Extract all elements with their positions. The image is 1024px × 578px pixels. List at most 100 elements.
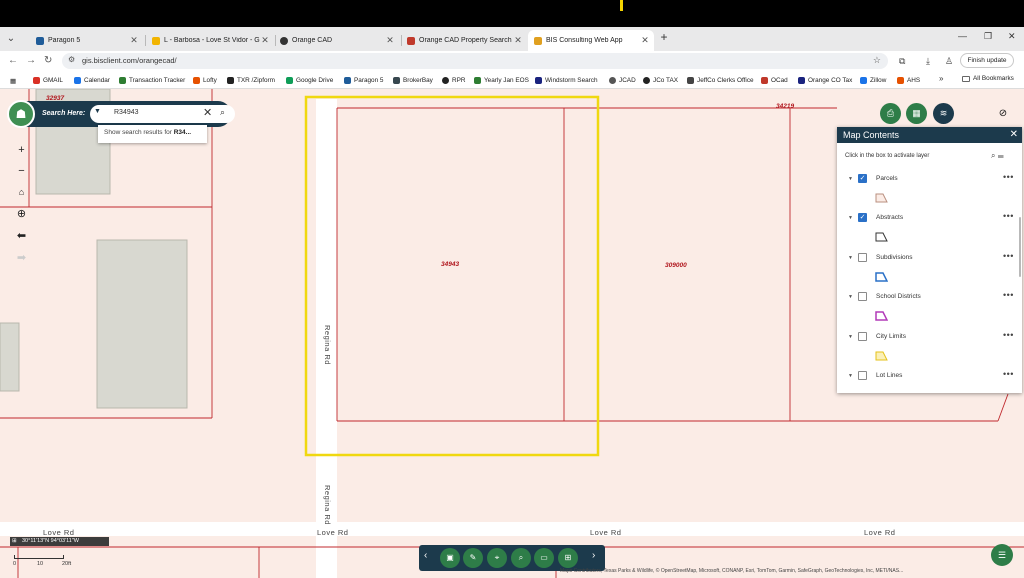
bookmark-rpr[interactable]: RPR bbox=[442, 75, 466, 86]
bookmark-google-drive[interactable]: Google Drive bbox=[286, 75, 333, 86]
bookmark-lofty[interactable]: Lofty bbox=[193, 75, 217, 86]
layer-checkbox[interactable] bbox=[858, 371, 867, 380]
search-input[interactable]: ▼ R34943 ✕ ⌕ bbox=[90, 105, 235, 123]
address-field[interactable]: ⚙ gis.bisclient.com/orangecad/ ☆ bbox=[62, 53, 888, 69]
reload-icon[interactable]: ↻ bbox=[44, 55, 52, 66]
bookmarks-overflow-icon[interactable]: » bbox=[939, 74, 943, 83]
layer-symbol-icon bbox=[875, 351, 888, 361]
bookmark-ocad[interactable]: OCad bbox=[761, 75, 788, 86]
previous-extent-icon[interactable]: ⬅ bbox=[13, 228, 30, 245]
expand-icon[interactable]: ▼ bbox=[848, 255, 853, 261]
chevron-right-icon[interactable]: › bbox=[592, 550, 595, 561]
close-icon[interactable]: ✕ bbox=[385, 35, 395, 46]
zoom-in-icon[interactable]: + bbox=[13, 142, 30, 159]
search-type-dropdown-icon[interactable]: ▼ bbox=[94, 108, 101, 115]
close-icon[interactable]: ✕ bbox=[513, 35, 523, 46]
road-label: Regina Rd bbox=[323, 325, 332, 365]
query-tool-icon[interactable]: ⌕ bbox=[511, 548, 531, 568]
close-icon[interactable]: ✕ bbox=[260, 35, 270, 46]
extensions-icon[interactable]: ⧉ bbox=[899, 56, 905, 67]
bookmark-jco-tax[interactable]: JCo TAX bbox=[643, 75, 678, 86]
home-icon[interactable]: ⌂ bbox=[13, 184, 30, 201]
new-tab-button[interactable]: + bbox=[657, 30, 671, 44]
apps-icon[interactable]: ▦ bbox=[10, 75, 16, 86]
minimize-icon[interactable]: — bbox=[958, 31, 967, 41]
tab-search-icon[interactable]: ⌄ bbox=[4, 32, 18, 46]
draw-tool-icon[interactable]: ✎ bbox=[463, 548, 483, 568]
bookmark-tool-icon[interactable]: ▣ bbox=[440, 548, 460, 568]
layer-checkbox[interactable] bbox=[858, 292, 867, 301]
close-icon[interactable]: ✕ bbox=[129, 35, 139, 46]
app-logo-icon[interactable]: ☗ bbox=[7, 100, 35, 128]
expand-icon[interactable]: ▼ bbox=[848, 176, 853, 182]
tab-favicon bbox=[36, 36, 44, 45]
search-suggestion[interactable]: Show search results for R34... bbox=[98, 125, 207, 143]
more-options-icon[interactable]: ••• bbox=[1003, 369, 1014, 379]
more-options-icon[interactable]: ••• bbox=[1003, 211, 1014, 221]
zoom-out-icon[interactable]: − bbox=[13, 163, 30, 180]
bookmark-orange-co-tax[interactable]: Orange CO Tax bbox=[798, 75, 852, 86]
next-extent-icon[interactable]: ➡ bbox=[13, 250, 30, 267]
more-options-icon[interactable]: ••• bbox=[1003, 172, 1014, 182]
layers-icon[interactable]: ≋ bbox=[933, 103, 954, 124]
bookmark-jeffco-clerks[interactable]: JeffCo Clerks Office bbox=[687, 75, 754, 86]
layer-search-icon[interactable]: ⌕ ☰ bbox=[991, 151, 1004, 161]
bookmark-transaction-tracker[interactable]: Transaction Tracker bbox=[119, 75, 185, 86]
layer-checkbox[interactable] bbox=[858, 332, 867, 341]
legend-icon[interactable]: ☰ bbox=[991, 544, 1013, 566]
tab-orange-cad[interactable]: Orange CAD ✕ bbox=[274, 30, 399, 51]
select-tool-icon[interactable]: ⊞ bbox=[558, 548, 578, 568]
bookmark-calendar[interactable]: Calendar bbox=[74, 75, 110, 86]
bookmark-windstorm[interactable]: Windstorm Search bbox=[535, 75, 598, 86]
bookmark-yearly-eos[interactable]: Yearly Jan EOS bbox=[474, 75, 529, 86]
expand-icon[interactable]: ▼ bbox=[848, 334, 853, 340]
more-options-icon[interactable]: ••• bbox=[1003, 251, 1014, 261]
locate-icon[interactable]: ⊕ bbox=[13, 206, 30, 223]
all-bookmarks-button[interactable]: All Bookmarks bbox=[962, 75, 1014, 82]
layer-checkbox[interactable]: ✓ bbox=[858, 174, 867, 183]
bookmark-txr[interactable]: TXR /Zipform bbox=[227, 75, 275, 86]
expand-icon[interactable]: ▼ bbox=[848, 215, 853, 221]
search-icon[interactable]: ⌕ bbox=[220, 107, 225, 118]
more-options-icon[interactable]: ••• bbox=[1003, 290, 1014, 300]
finish-update-button[interactable]: Finish update bbox=[960, 53, 1014, 68]
hide-panels-icon[interactable]: ⊘ bbox=[994, 105, 1012, 123]
identify-tool-icon[interactable]: ⌖ bbox=[487, 548, 507, 568]
tab-paragon[interactable]: Paragon 5 ✕ bbox=[30, 30, 143, 51]
profile-icon[interactable]: ♙ bbox=[945, 56, 953, 67]
download-icon[interactable]: ⤓ bbox=[926, 56, 930, 67]
bookmark-paragon[interactable]: Paragon 5 bbox=[344, 75, 384, 86]
bookmark-gmail[interactable]: GMAIL bbox=[33, 75, 63, 86]
panel-scrollbar[interactable] bbox=[1019, 217, 1021, 277]
scale-label: 20ft bbox=[62, 561, 72, 567]
close-window-icon[interactable]: ✕ bbox=[1008, 31, 1016, 42]
tab-barbosa[interactable]: L - Barbosa - Love St Vidor - Go ✕ bbox=[146, 30, 274, 51]
bookmark-brokerbay[interactable]: BrokerBay bbox=[393, 75, 433, 86]
tab-bis-consulting[interactable]: BIS Consulting Web App ✕ bbox=[528, 30, 654, 51]
layer-checkbox[interactable] bbox=[858, 253, 867, 262]
bookmark-star-icon[interactable]: ☆ bbox=[873, 55, 881, 66]
bookmark-icon bbox=[761, 77, 768, 84]
chevron-left-icon[interactable]: ‹ bbox=[424, 550, 427, 561]
forward-icon[interactable]: → bbox=[26, 55, 36, 66]
site-info-icon[interactable]: ⚙ bbox=[68, 55, 75, 64]
bookmark-icon bbox=[609, 77, 616, 84]
tab-strip: ⌄ Paragon 5 ✕ L - Barbosa - Love St Vido… bbox=[0, 27, 1024, 51]
clear-icon[interactable]: ✕ bbox=[203, 107, 212, 119]
print-icon[interactable]: ⎙ bbox=[880, 103, 901, 124]
restore-icon[interactable]: ❐ bbox=[984, 31, 992, 42]
close-icon[interactable]: ✕ bbox=[640, 35, 650, 46]
more-options-icon[interactable]: ••• bbox=[1003, 330, 1014, 340]
address-bar-row: ← → ↻ ⚙ gis.bisclient.com/orangecad/ ☆ ⧉… bbox=[0, 51, 1024, 71]
measure-tool-icon[interactable]: ▭ bbox=[534, 548, 554, 568]
basemap-gallery-icon[interactable]: ▦ bbox=[906, 103, 927, 124]
layer-checkbox[interactable]: ✓ bbox=[858, 213, 867, 222]
bookmark-ahs[interactable]: AHS bbox=[897, 75, 920, 86]
close-icon[interactable]: ✕ bbox=[1010, 127, 1018, 143]
bookmark-jcad[interactable]: JCAD bbox=[609, 75, 636, 86]
back-icon[interactable]: ← bbox=[8, 55, 18, 66]
tab-property-search[interactable]: Orange CAD Property Search ✕ bbox=[401, 30, 527, 51]
expand-icon[interactable]: ▼ bbox=[848, 373, 853, 379]
expand-icon[interactable]: ▼ bbox=[848, 294, 853, 300]
bookmark-zillow[interactable]: Zillow bbox=[860, 75, 886, 86]
